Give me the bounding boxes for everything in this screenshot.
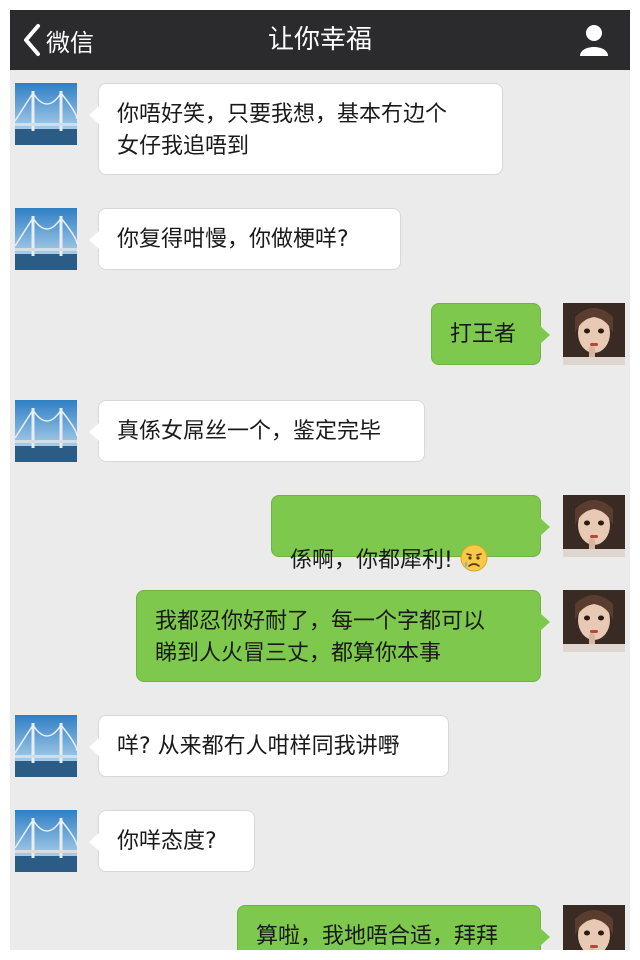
message-text: 係啊，你都犀利! <box>290 548 453 573</box>
user-avatar[interactable] <box>563 905 625 950</box>
incoming-message[interactable]: 咩? 从来都冇人咁样同我讲嘢 <box>89 715 449 777</box>
back-label: 微信 <box>46 28 94 57</box>
chat-title: 让你幸福 <box>267 25 372 55</box>
profile-button[interactable] <box>576 22 612 58</box>
outgoing-message[interactable]: 我都忍你好耐了，每一个字都可以 睇到人火冒三丈，都算你本事 <box>136 590 550 682</box>
sad-face-emoji-icon <box>459 543 489 583</box>
outgoing-message[interactable]: 係啊，你都犀利! <box>271 495 550 573</box>
incoming-message[interactable]: 你咩态度? <box>89 810 255 872</box>
user-avatar[interactable] <box>563 495 625 557</box>
outgoing-message[interactable]: 算啦，我地唔合适，拜拜 <box>237 905 550 950</box>
incoming-message[interactable]: 真係女屌丝一个，鉴定完毕 <box>89 400 425 462</box>
incoming-message[interactable]: 你唔好笑，只要我想，基本冇边个 女仔我追唔到 <box>89 83 503 175</box>
outgoing-message[interactable]: 打王者 <box>431 303 550 365</box>
contact-avatar[interactable] <box>15 400 77 462</box>
contact-avatar[interactable] <box>15 208 77 270</box>
navbar: 让你幸福 微信 <box>10 10 630 70</box>
contact-avatar[interactable] <box>15 715 77 777</box>
user-avatar[interactable] <box>563 303 625 365</box>
chevron-left-icon <box>24 24 40 56</box>
person-icon <box>580 25 608 56</box>
contact-avatar[interactable] <box>15 83 77 145</box>
back-button[interactable]: 微信 <box>22 10 94 70</box>
incoming-message[interactable]: 你复得咁慢，你做梗咩? <box>89 208 401 270</box>
user-avatar[interactable] <box>563 590 625 652</box>
contact-avatar[interactable] <box>15 810 77 872</box>
chat-screen: 让你幸福 微信 你唔好笑，只要我想，基本冇边个 女仔我追唔到 你复得咁慢，你做梗… <box>10 10 630 950</box>
